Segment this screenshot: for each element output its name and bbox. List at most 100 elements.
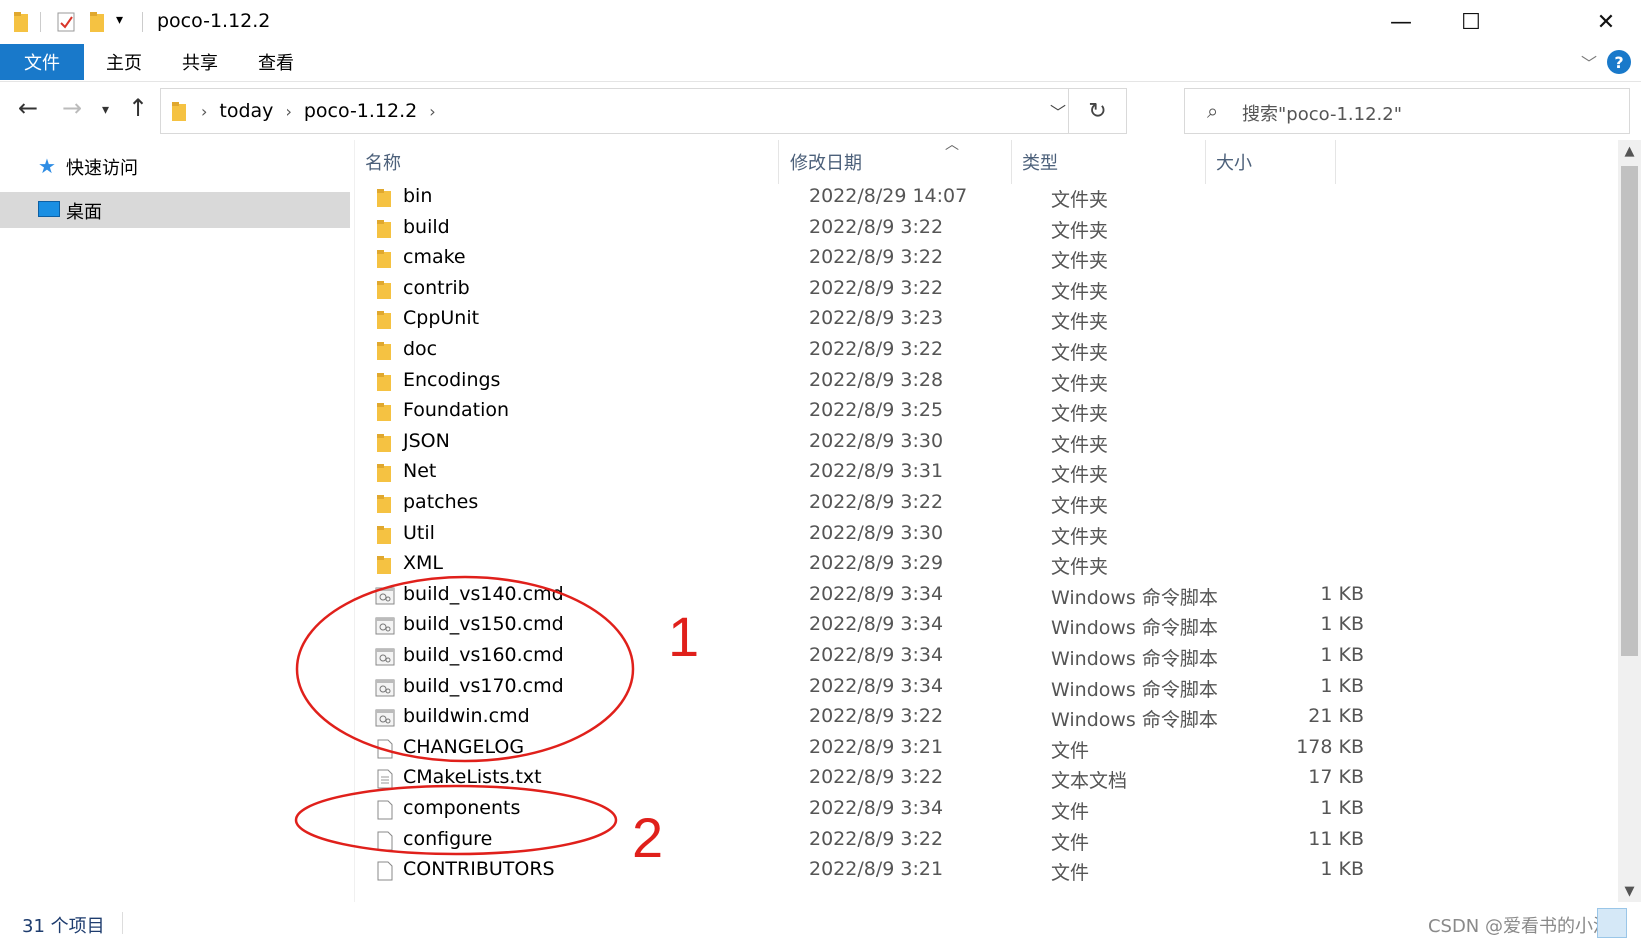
cmd-file-icon [375,616,395,636]
column-header-size[interactable]: 大小 [1206,140,1336,184]
file-type: 文件夹 [1051,342,1109,364]
table-row[interactable]: build 2022/8/9 3:22 文件夹 [369,213,1369,245]
table-row[interactable]: cmake 2022/8/9 3:22 文件夹 [369,243,1369,275]
navigation-bar: ← → ▾ ↑ › today › poco-1.12.2 › ﹀ ↻ ⌕ 搜索… [0,86,1641,136]
table-row[interactable]: build_vs160.cmd 2022/8/9 3:34 Windows 命令脚本… [369,641,1369,673]
table-row[interactable]: doc 2022/8/9 3:22 文件夹 [369,335,1369,367]
table-row[interactable]: contrib 2022/8/9 3:22 文件夹 [369,274,1369,306]
table-row[interactable]: CHANGELOG 2022/8/9 3:21 文件 178 KB [369,733,1369,765]
file-date: 2022/8/9 3:31 [809,460,944,483]
scroll-down-icon[interactable]: ▼ [1618,880,1641,902]
table-row[interactable]: bin 2022/8/29 14:07 文件夹 [369,182,1369,214]
chevron-right-icon[interactable]: › [201,102,207,121]
search-box[interactable]: ⌕ 搜索"poco-1.12.2" [1184,88,1630,134]
forward-icon[interactable]: → [62,94,82,122]
file-size: 1 KB [1320,797,1364,819]
title-bar: ▾ poco-1.12.2 — ☐ ✕ [0,0,1641,44]
address-bar[interactable]: › today › poco-1.12.2 › ﹀ ↻ [160,88,1127,134]
chevron-right-icon[interactable]: › [285,102,291,121]
minimize-button[interactable]: — [1366,0,1436,44]
file-type: 文件夹 [1051,495,1109,517]
breadcrumb-poco[interactable]: poco-1.12.2 [304,100,417,122]
file-date: 2022/8/9 3:34 [809,674,944,697]
table-row[interactable]: build_vs170.cmd 2022/8/9 3:34 Windows 命令脚本… [369,672,1369,704]
details-view-button[interactable] [1597,908,1627,938]
folder-icon [375,433,395,453]
new-folder-icon[interactable] [88,10,108,34]
table-row[interactable]: JSON 2022/8/9 3:30 文件夹 [369,427,1369,459]
file-name: build_vs150.cmd [403,613,564,636]
table-row[interactable]: Foundation 2022/8/9 3:25 文件夹 [369,396,1369,428]
table-row[interactable]: Net 2022/8/9 3:31 文件夹 [369,457,1369,489]
table-row[interactable]: buildwin.cmd 2022/8/9 3:22 Windows 命令脚本 21 … [369,702,1369,734]
chevron-down-icon[interactable]: ﹀ [1050,99,1066,123]
file-name: CMakeLists.txt [403,766,542,789]
column-header-date[interactable]: 修改日期 [780,140,1012,184]
nav-item-label: 桌面 [66,202,102,223]
navigation-pane: ★ 快速访问 桌面 [0,140,352,900]
search-input[interactable]: 搜索"poco-1.12.2" [1242,100,1402,126]
vertical-scrollbar[interactable]: ▲ ▼ [1618,140,1641,902]
watermark: CSDN @爱看书的小沐 [1427,916,1611,937]
customize-toolbar-icon[interactable]: ▾ [116,12,123,28]
file-name: Util [403,521,435,544]
nav-item-desktop[interactable]: 桌面 [0,192,350,228]
file-size: 1 KB [1320,582,1364,605]
cmd-file-icon [375,586,395,606]
toolbar-divider [40,12,41,32]
file-type: 文件夹 [1051,403,1109,426]
table-row[interactable]: CppUnit 2022/8/9 3:23 文件夹 [369,304,1369,336]
file-type: 文件夹 [1051,250,1109,273]
file-type: 文件 [1051,862,1090,885]
back-icon[interactable]: ← [18,94,38,122]
tab-file[interactable]: 文件 [0,44,84,80]
help-icon[interactable]: ? [1607,50,1631,74]
file-name: components [403,797,521,819]
maximize-button[interactable]: ☐ [1436,0,1506,44]
close-button[interactable]: ✕ [1571,0,1641,44]
table-row[interactable]: CONTRIBUTORS 2022/8/9 3:21 文件 1 KB [369,855,1369,887]
breadcrumb-today[interactable]: today [219,100,273,122]
folder-icon [375,249,395,269]
desktop-icon [38,201,60,217]
scroll-thumb[interactable] [1621,166,1638,656]
expand-ribbon-icon[interactable]: ﹀ [1581,50,1597,74]
recent-locations-icon[interactable]: ▾ [102,102,109,118]
up-icon[interactable]: ↑ [128,94,148,122]
file-name: build [403,215,450,238]
table-row[interactable]: components 2022/8/9 3:34 文件 1 KB [369,794,1369,826]
file-type: 文件夹 [1051,525,1109,548]
file-date: 2022/8/9 3:21 [809,858,944,881]
nav-item-quick-access[interactable]: ★ 快速访问 [0,148,350,184]
table-row[interactable]: build_vs140.cmd 2022/8/9 3:34 Windows 命令脚本… [369,580,1369,612]
folder-icon [375,555,395,575]
table-row[interactable]: CMakeLists.txt 2022/8/9 3:22 文本文档 17 KB [369,763,1369,795]
status-bar: 31 个项目 CSDN @爱看书的小沐 [0,902,1641,944]
folder-icon [375,372,395,392]
properties-icon[interactable] [56,10,78,34]
table-row[interactable]: patches 2022/8/9 3:22 文件夹 [369,488,1369,520]
tab-home[interactable]: 主页 [98,44,150,80]
tab-share[interactable]: 共享 [174,44,226,80]
status-divider [122,912,123,934]
star-icon: ★ [38,154,56,178]
file-date: 2022/8/9 3:22 [809,491,944,513]
file-date: 2022/8/9 3:23 [809,307,944,330]
tab-view[interactable]: 查看 [250,44,302,80]
table-row[interactable]: Util 2022/8/9 3:30 文件夹 [369,519,1369,551]
scroll-up-icon[interactable]: ▲ [1618,140,1641,162]
column-header-name[interactable]: 名称 [355,140,779,184]
folder-icon [375,280,395,300]
folder-icon [375,310,395,330]
table-row[interactable]: Encodings 2022/8/9 3:28 文件夹 [369,366,1369,398]
chevron-right-icon[interactable]: › [429,102,435,121]
table-row[interactable]: configure 2022/8/9 3:22 文件 11 KB [369,825,1369,857]
folder-icon[interactable] [12,10,32,34]
table-row[interactable]: build_vs150.cmd 2022/8/9 3:34 Windows 命令脚本… [369,610,1369,642]
file-size: 1 KB [1320,613,1364,636]
annotation-label-2: 2 [632,806,664,869]
table-row[interactable]: XML 2022/8/9 3:29 文件夹 [369,549,1369,581]
refresh-icon[interactable]: ↻ [1068,89,1126,133]
file-type: 文件夹 [1051,433,1109,456]
column-header-type[interactable]: 类型 [1012,140,1206,184]
